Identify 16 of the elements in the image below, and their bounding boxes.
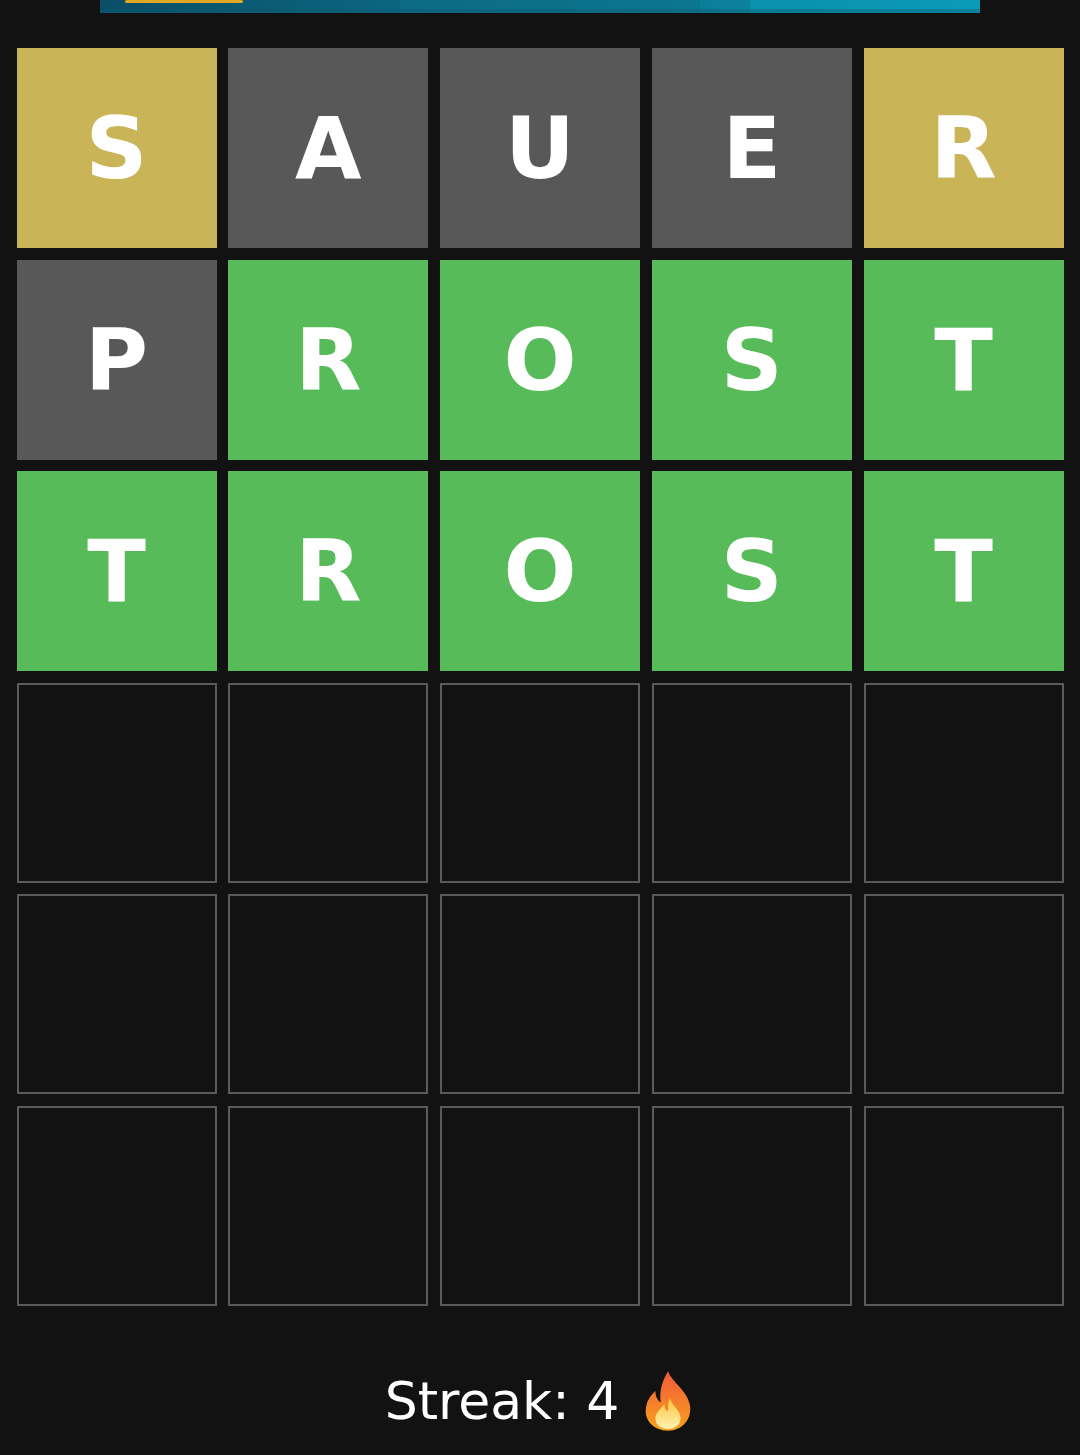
letter-tile: U xyxy=(440,48,640,248)
letter-tile: R xyxy=(228,259,429,460)
letter-tile: O xyxy=(440,471,640,672)
letter-tile: S xyxy=(651,259,852,460)
letter-tile: S xyxy=(651,471,852,672)
letter-tile: O xyxy=(440,259,640,460)
letter-tile: E xyxy=(651,48,852,248)
letter-tile: P xyxy=(16,259,217,460)
letter-tile: R xyxy=(228,471,429,672)
letter-tile: T xyxy=(863,259,1064,460)
letter-tile: A xyxy=(228,48,429,248)
streak-label: Streak: 4 xyxy=(384,1370,620,1431)
letter-tile: R xyxy=(863,48,1064,248)
letter-tile: S xyxy=(16,48,217,248)
letter-tile: T xyxy=(16,471,217,672)
letter-tile: T xyxy=(863,471,1064,672)
